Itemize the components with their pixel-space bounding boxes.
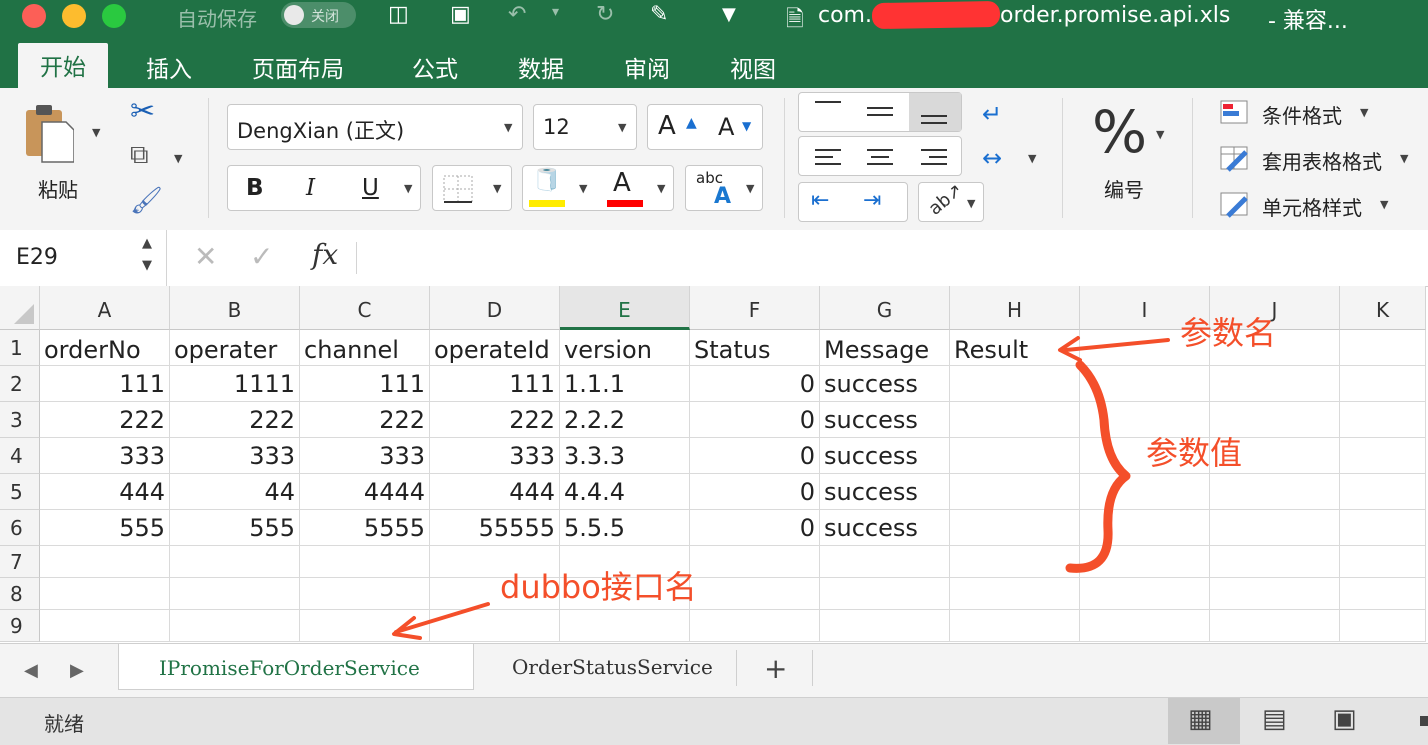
annotation-param-value: 参数值 bbox=[1146, 434, 1243, 472]
dubbo-arrow bbox=[394, 602, 490, 634]
annotation-param-name: 参数名 bbox=[1180, 314, 1277, 352]
param-name-arrow bbox=[1064, 338, 1170, 352]
param-value-brace bbox=[1065, 360, 1131, 573]
annotation-overlay bbox=[392, 336, 1170, 640]
annotation-dubbo-interface: dubbo接口名 bbox=[500, 568, 697, 606]
